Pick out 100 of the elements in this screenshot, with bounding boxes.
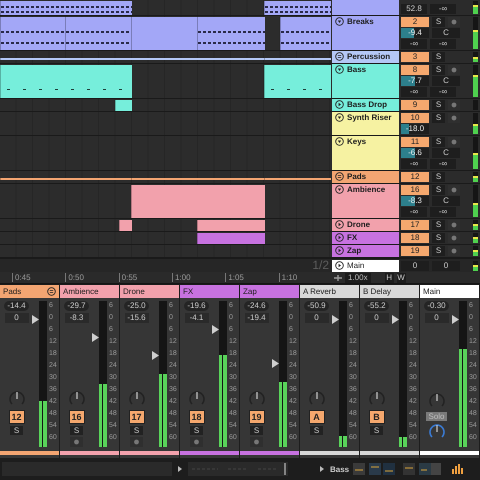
solo-button[interactable]: S — [190, 426, 203, 436]
expand-icon[interactable] — [335, 137, 344, 146]
play-icon[interactable] — [318, 465, 326, 473]
group-icon[interactable] — [335, 172, 344, 181]
strip-header[interactable]: A Reverb — [300, 284, 359, 298]
track-header[interactable]: Main — [332, 260, 399, 272]
solo-button[interactable]: S — [250, 426, 263, 436]
solo-button[interactable]: S — [432, 113, 445, 123]
view-button[interactable]: W — [396, 272, 406, 282]
volume-slider[interactable]: -8.3 — [401, 196, 429, 206]
volume-field[interactable]: 0 — [424, 313, 448, 324]
group-icon[interactable] — [47, 287, 56, 296]
solo-button[interactable]: S — [370, 426, 383, 436]
strip-header[interactable]: Drone — [120, 284, 179, 298]
track-header[interactable]: Drone — [332, 219, 399, 231]
view-button[interactable]: H — [384, 272, 394, 282]
strip-header[interactable]: Ambience — [60, 284, 119, 298]
track-number-button[interactable]: 8 — [401, 65, 429, 75]
solo-button[interactable]: S — [432, 17, 445, 27]
send-field[interactable]: -∞ — [401, 87, 427, 97]
play-icon[interactable] — [176, 465, 184, 473]
expand-icon[interactable] — [335, 17, 344, 26]
solo-button[interactable]: S — [432, 246, 445, 256]
send-field[interactable]: -∞ — [401, 159, 427, 169]
volume-field[interactable]: 0 — [364, 313, 388, 324]
track-header[interactable]: Synth Riser — [332, 112, 399, 135]
solo-button[interactable]: S — [432, 233, 445, 243]
device-chain-drawing[interactable] — [353, 462, 442, 476]
volume-field[interactable]: 0 — [401, 260, 429, 270]
pan-field[interactable]: C — [432, 148, 460, 158]
arm-button[interactable] — [448, 246, 460, 256]
track-number-button[interactable]: 17 — [128, 410, 144, 424]
arm-button[interactable] — [130, 437, 143, 448]
volume-slider[interactable]: -18.0 — [401, 124, 429, 134]
send-field[interactable]: -∞ — [430, 159, 456, 169]
track-number-button[interactable]: 19 — [248, 410, 264, 424]
send-field[interactable]: -∞ — [430, 87, 456, 97]
expand-icon[interactable] — [335, 261, 344, 270]
volume-field[interactable]: -15.6 — [124, 313, 148, 324]
track-number-button[interactable]: 16 — [68, 410, 84, 424]
track-header[interactable]: Percussion — [332, 51, 399, 63]
solo-button[interactable]: S — [130, 426, 143, 436]
track-number-button[interactable]: 16 — [401, 185, 429, 195]
track-header[interactable]: Keys — [332, 136, 399, 170]
zoom-field[interactable]: 1.00x — [345, 272, 371, 282]
track-number-button[interactable]: 10 — [401, 113, 429, 123]
send-field[interactable]: -∞ — [430, 39, 456, 49]
pan-field[interactable]: C — [432, 76, 460, 86]
send-field[interactable]: -∞ — [401, 39, 427, 49]
track-number-button[interactable]: 12 — [401, 172, 429, 182]
track-number-button[interactable]: 11 — [401, 137, 429, 147]
solo-button[interactable]: S — [10, 426, 23, 436]
pan-field[interactable]: C — [432, 196, 460, 206]
arm-button[interactable] — [250, 437, 263, 448]
volume-field[interactable]: -8.3 — [64, 313, 88, 324]
expand-icon[interactable] — [335, 100, 344, 109]
track-number-button[interactable]: 2 — [401, 17, 429, 27]
group-icon[interactable] — [335, 52, 344, 61]
track-number-button[interactable]: 12 — [8, 410, 24, 424]
expand-icon[interactable] — [335, 220, 344, 229]
arm-button[interactable] — [448, 233, 460, 243]
arm-button[interactable] — [190, 437, 203, 448]
arm-button[interactable] — [448, 113, 460, 123]
volume-slider[interactable]: -7.7 — [401, 76, 429, 86]
arm-button[interactable] — [448, 220, 460, 230]
track-number-button[interactable]: B — [368, 410, 384, 424]
strip-header[interactable]: FX — [180, 284, 239, 298]
solo-button[interactable]: S — [70, 426, 83, 436]
track-header[interactable]: Bass Drop — [332, 99, 399, 111]
volume-field[interactable]: 0 — [304, 313, 328, 324]
track-header[interactable]: Breaks — [332, 16, 399, 50]
track-number-button[interactable]: A — [308, 410, 324, 424]
strip-header[interactable]: Main — [420, 284, 479, 298]
strip-header[interactable]: B Delay — [360, 284, 419, 298]
pan-field[interactable]: 0 — [432, 260, 460, 270]
expand-icon[interactable] — [335, 185, 344, 194]
solo-button[interactable]: S — [310, 426, 323, 436]
send-field[interactable]: -∞ — [430, 207, 456, 217]
expand-icon[interactable] — [335, 113, 344, 122]
bar-chart-icon[interactable] — [452, 464, 464, 474]
solo-button[interactable]: S — [432, 100, 445, 110]
volume-slider[interactable]: -9.4 — [401, 28, 429, 38]
strip-header[interactable]: Zap — [240, 284, 299, 298]
solo-button[interactable]: S — [432, 65, 445, 75]
solo-button[interactable]: S — [432, 52, 445, 62]
track-header[interactable]: Pads — [332, 171, 399, 183]
solo-button[interactable]: S — [432, 137, 445, 147]
track-header[interactable]: Zap — [332, 245, 399, 257]
track-number-button[interactable]: 18 — [401, 233, 429, 243]
expand-icon[interactable] — [335, 65, 344, 74]
solo-button[interactable]: S — [432, 220, 445, 230]
volume-slider[interactable]: -6.6 — [401, 148, 429, 158]
zoom-icon[interactable] — [334, 274, 342, 282]
arm-button[interactable] — [70, 437, 83, 448]
track-number-button[interactable]: 18 — [188, 410, 204, 424]
arm-button[interactable] — [448, 185, 460, 195]
arm-button[interactable] — [448, 65, 460, 75]
volume-field[interactable]: -19.4 — [244, 313, 268, 324]
track-number-button[interactable]: 9 — [401, 100, 429, 110]
track-number-button[interactable]: 17 — [401, 220, 429, 230]
